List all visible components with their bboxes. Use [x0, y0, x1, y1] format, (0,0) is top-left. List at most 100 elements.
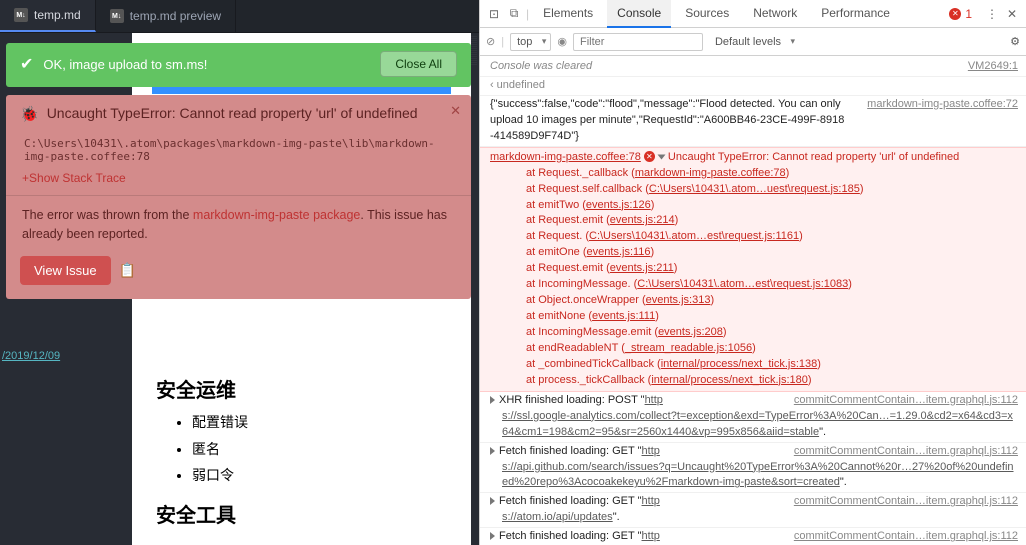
error-title: Uncaught TypeError: Cannot read property…	[47, 105, 438, 123]
error-icon: ✕	[644, 151, 655, 162]
stack-frame: at emitOne (events.js:116)	[490, 245, 1018, 261]
close-icon[interactable]: ✕	[450, 103, 461, 119]
url-link[interactable]: s://api.github.com/search/issues?q=Uncau…	[502, 461, 1014, 489]
source-link[interactable]: internal/process/next_tick.js:180	[651, 374, 808, 386]
list-item: 弱口令	[192, 462, 471, 489]
markdown-icon: M↓	[110, 9, 124, 23]
show-stack-trace-link[interactable]: +Show Stack Trace	[22, 171, 457, 185]
stack-frame: at Request.emit (events.js:214)	[490, 213, 1018, 229]
tab-label: temp.md preview	[130, 9, 221, 23]
source-link[interactable]: markdown-img-paste.coffee:72	[867, 97, 1018, 113]
close-all-button[interactable]: Close All	[380, 51, 457, 77]
source-link[interactable]: events.js:116	[587, 246, 651, 258]
tab-network[interactable]: Network	[743, 0, 807, 28]
context-selector[interactable]: top	[510, 33, 551, 51]
source-link[interactable]: commitCommentContain…item.graphql.js:112	[794, 444, 1018, 460]
source-link[interactable]: events.js:313	[646, 294, 711, 306]
log-xhr: XHR finished loading: POST "httpcommitCo…	[480, 392, 1026, 443]
error-description: The error was thrown from the markdown-i…	[20, 206, 457, 244]
source-link[interactable]: events.js:214	[610, 214, 675, 226]
stack-frame: at Request._callback (markdown-img-paste…	[490, 166, 1018, 182]
filter-input[interactable]	[573, 33, 703, 51]
levels-dropdown[interactable]: Default levels	[709, 34, 799, 50]
source-link[interactable]: events.js:208	[658, 326, 723, 338]
package-link[interactable]: markdown-img-paste package	[193, 208, 360, 222]
view-issue-button[interactable]: View Issue	[20, 256, 111, 285]
notification-error: ✕ 🐞 Uncaught TypeError: Cannot read prop…	[6, 95, 471, 299]
devtools-tabs: ⊡ ⧉ | Elements Console Sources Network P…	[480, 0, 1026, 28]
stack-frame: at Request.emit (events.js:211)	[490, 261, 1018, 277]
source-link[interactable]: markdown-img-paste.coffee:78	[490, 151, 641, 163]
source-link[interactable]: C:\Users\10431\.atom…est\request.js:1161	[589, 230, 799, 242]
tab-label: temp.md	[34, 8, 81, 22]
stack-frame: at process._tickCallback (internal/proce…	[490, 373, 1018, 389]
url-link[interactable]: http	[642, 530, 660, 542]
console-output[interactable]: Console was cleared VM2649:1 ‹undefined …	[480, 56, 1026, 545]
url-link[interactable]: s://atom.io/api/updates	[502, 511, 613, 523]
stack-frame: at IncomingMessage.emit (events.js:208)	[490, 325, 1018, 341]
url-link[interactable]: http	[645, 394, 663, 406]
url-link[interactable]: http	[642, 495, 660, 507]
tab-elements[interactable]: Elements	[533, 0, 603, 28]
source-link[interactable]: events.js:126	[586, 199, 651, 211]
log-xhr: Fetch finished loading: GET "httpcommitC…	[480, 443, 1026, 494]
doc-list: 配置错误 匿名 弱口令	[132, 409, 471, 489]
error-icon: ✕	[949, 8, 961, 20]
stack-frame: at IncomingMessage. (C:\Users\10431\.ato…	[490, 277, 1018, 293]
list-item: 配置错误	[192, 409, 471, 436]
date-link[interactable]: /2019/12/09	[2, 350, 60, 362]
error-path: C:\Users\10431\.atom\packages\markdown-i…	[24, 137, 457, 163]
stack-frame: at Request.self.callback (C:\Users\10431…	[490, 182, 1018, 198]
source-link[interactable]: commitCommentContain…item.graphql.js:112	[794, 494, 1018, 510]
source-link[interactable]: C:\Users\10431\.atom…uest\request.js:185	[649, 183, 860, 195]
doc-heading: 安全工具	[132, 489, 471, 534]
source-link[interactable]: C:\Users\10431\.atom…est\request.js:1083	[637, 278, 848, 290]
tab-console[interactable]: Console	[607, 0, 671, 28]
url-link[interactable]: http	[642, 445, 660, 457]
notification-text: OK, image upload to sm.ms!	[43, 57, 207, 72]
menu-icon[interactable]: ⋮	[984, 7, 1000, 21]
editor-panel: M↓ temp.md M↓ temp.md preview 业务及接口安全 安全…	[0, 0, 479, 545]
editor-tabs: M↓ temp.md M↓ temp.md preview	[0, 0, 479, 33]
markdown-icon: M↓	[14, 8, 28, 22]
source-link[interactable]: commitCommentContain…item.graphql.js:112	[794, 393, 1018, 409]
log-cleared: Console was cleared VM2649:1	[480, 58, 1026, 77]
console-toolbar: ⊘ | top ◉ Default levels ⚙	[480, 28, 1026, 56]
stack-frame: at emitTwo (events.js:126)	[490, 198, 1018, 214]
source-link[interactable]: commitCommentContain…item.graphql.js:112	[794, 529, 1018, 545]
log-undefined: ‹undefined	[480, 77, 1026, 96]
error-count[interactable]: ✕ 1	[949, 7, 972, 21]
stack-frame: at Request. (C:\Users\10431\.atom…est\re…	[490, 229, 1018, 245]
devtools-panel: ⊡ ⧉ | Elements Console Sources Network P…	[479, 0, 1026, 545]
clear-icon[interactable]: ⊘	[486, 35, 495, 48]
tab-temp-md[interactable]: M↓ temp.md	[0, 0, 96, 32]
doc-heading: 安全运维	[132, 364, 471, 409]
gear-icon[interactable]: ⚙	[1010, 35, 1020, 48]
url-link[interactable]: s://ssl.google-analytics.com/collect?t=e…	[502, 410, 1013, 438]
stack-frame: at _combinedTickCallback (internal/proce…	[490, 357, 1018, 373]
list-item: 匿名	[192, 436, 471, 463]
log-xhr: Fetch finished loading: GET "httpcommitC…	[480, 528, 1026, 545]
stack-frame: at endReadableNT (_stream_readable.js:10…	[490, 341, 1018, 357]
clipboard-icon[interactable]: 📋	[119, 262, 136, 279]
log-xhr: Fetch finished loading: GET "httpcommitC…	[480, 493, 1026, 528]
close-icon[interactable]: ✕	[1004, 7, 1020, 21]
tab-sources[interactable]: Sources	[675, 0, 739, 28]
source-link[interactable]: internal/process/next_tick.js:138	[661, 358, 818, 370]
tab-preview[interactable]: M↓ temp.md preview	[96, 0, 236, 32]
eye-icon[interactable]: ◉	[557, 35, 567, 48]
source-link[interactable]: events.js:111	[592, 310, 655, 322]
device-icon[interactable]: ⧉	[506, 6, 522, 21]
tab-performance[interactable]: Performance	[811, 0, 900, 28]
inspect-icon[interactable]: ⊡	[486, 7, 502, 21]
notification-success: ✔ OK, image upload to sm.ms! Close All	[6, 43, 471, 87]
source-link[interactable]: markdown-img-paste.coffee:78	[635, 167, 786, 179]
source-link[interactable]: VM2649:1	[968, 59, 1018, 75]
log-json: markdown-img-paste.coffee:72 {"success":…	[480, 96, 1026, 147]
stack-frame: at Object.onceWrapper (events.js:313)	[490, 293, 1018, 309]
bug-icon: 🐞	[20, 105, 39, 123]
stack-frame: at emitNone (events.js:111)	[490, 309, 1018, 325]
source-link[interactable]: events.js:211	[610, 262, 674, 274]
console-error: markdown-img-paste.coffee:78 ✕Uncaught T…	[480, 147, 1026, 392]
source-link[interactable]: _stream_readable.js:1056	[625, 342, 752, 354]
